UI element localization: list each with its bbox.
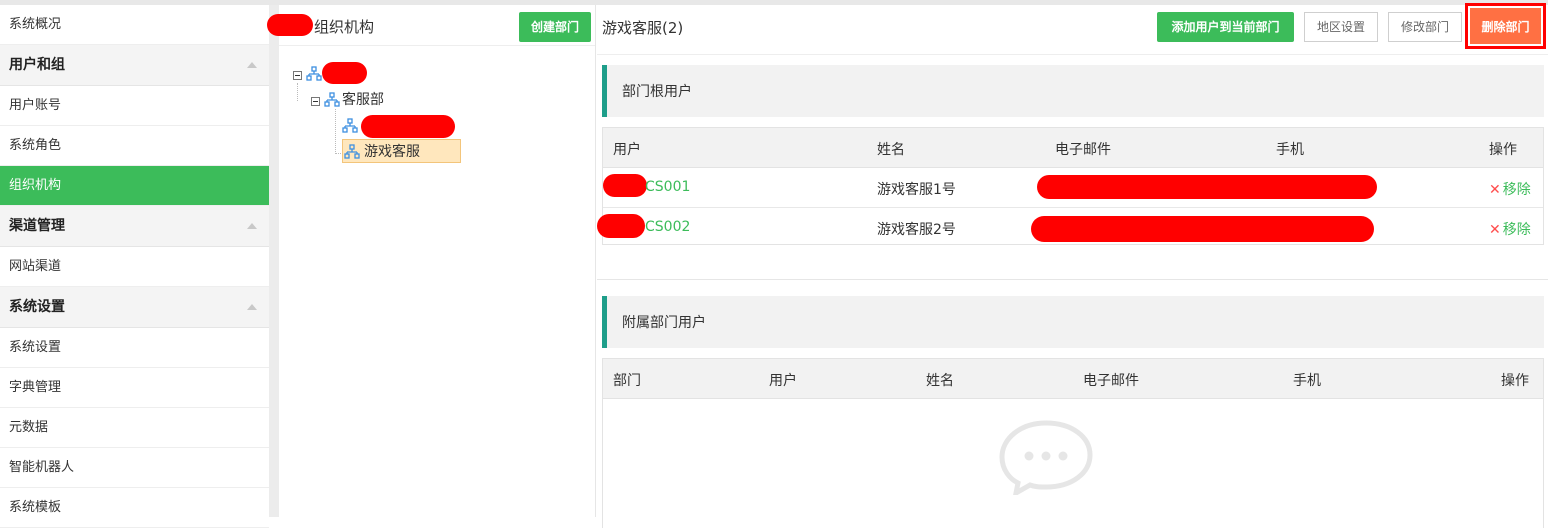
org-node-icon [324,92,340,107]
redaction-mark [603,174,647,197]
collapse-caret-icon[interactable] [247,304,257,310]
edit-department-button[interactable]: 修改部门 [1388,12,1462,42]
remove-label: 移除 [1502,222,1531,238]
tree-header: 组织机构 创建部门 [267,5,595,46]
sidebar-item-robot[interactable]: 智能机器人 [0,448,269,488]
page-title: 游戏客服(2) [602,19,684,37]
org-node-icon [306,66,322,81]
panel-gutter [269,5,279,517]
remove-label: 移除 [1502,182,1531,198]
main-header: 游戏客服(2) 添加用户到当前部门 地区设置 修改部门 删除部门 [597,3,1548,55]
section-affiliated-users: 附属部门用户 [602,296,1544,348]
sidebar-group-label: 系统设置 [9,299,65,315]
column-header-action: 操作 [1501,373,1529,389]
user-fullname: 游戏客服1号 [877,182,956,198]
sidebar-item-label: 系统模板 [9,500,62,515]
sidebar-item-label: 网站渠道 [9,259,62,274]
column-header-user: 用户 [613,142,641,158]
tree-node-game-service[interactable]: 游戏客服 [364,141,420,163]
sidebar: 系统概况 用户和组 用户账号 系统角色 组织机构 渠道管理 网站渠道 系统设置 … [0,5,269,528]
tree-node-customer-service[interactable]: 客服部 [342,89,384,111]
tree-title: 组织机构 [314,18,375,36]
sidebar-item-templates[interactable]: 系统模板 [0,488,269,528]
sidebar-group-label: 渠道管理 [9,218,65,234]
column-header-email: 电子邮件 [1083,373,1139,389]
column-header-phone: 手机 [1293,373,1321,389]
sidebar-item-organization[interactable]: 组织机构 [0,166,269,206]
redaction-mark [1037,175,1377,199]
sidebar-item-overview[interactable]: 系统概况 [0,5,269,45]
user-link[interactable]: CS001 [645,179,690,195]
affiliated-users-table: 部门 用户 姓名 电子邮件 手机 操作 [602,358,1544,528]
column-header-user: 用户 [769,373,797,389]
sidebar-item-label: 智能机器人 [9,460,75,475]
section-divider [597,279,1548,280]
column-header-action: 操作 [1489,142,1517,158]
user-fullname: 游戏客服2号 [877,222,956,238]
sidebar-item-label: 系统设置 [9,340,62,355]
column-header-email: 电子邮件 [1055,142,1111,158]
delete-department-highlight: 删除部门 [1465,3,1546,49]
remove-user-button[interactable]: ✕ 移除 [1489,219,1531,239]
sidebar-item-label: 字典管理 [9,380,62,395]
table-row: CS002 游戏客服2号 ✕ 移除 [597,208,1543,247]
collapse-caret-icon[interactable] [247,62,257,68]
sidebar-group-label: 用户和组 [9,57,65,73]
sidebar-item-label: 系统概况 [9,17,62,32]
create-department-button[interactable]: 创建部门 [519,12,591,42]
table-header: 部门 用户 姓名 电子邮件 手机 操作 [603,359,1543,399]
sidebar-group-channels[interactable]: 渠道管理 [0,206,269,247]
sidebar-item-metadata[interactable]: 元数据 [0,408,269,448]
close-icon: ✕ [1489,222,1501,238]
empty-chat-icon [999,420,1093,495]
redaction-mark [361,115,455,138]
org-node-icon [344,144,360,159]
column-header-name: 姓名 [926,373,954,389]
sidebar-item-system-settings[interactable]: 系统设置 [0,328,269,368]
add-user-to-department-button[interactable]: 添加用户到当前部门 [1157,12,1294,42]
tree-connector [335,109,336,154]
sidebar-group-users[interactable]: 用户和组 [0,45,269,86]
region-settings-button[interactable]: 地区设置 [1304,12,1378,42]
org-node-icon [342,118,358,133]
section-title: 附属部门用户 [622,315,706,331]
delete-department-button[interactable]: 删除部门 [1470,8,1541,44]
main-panel: 游戏客服(2) 添加用户到当前部门 地区设置 修改部门 删除部门 部门根用户 用… [597,3,1548,528]
table-row: CS001 游戏客服1号 ✕ 移除 [603,168,1543,208]
tree-collapse-icon[interactable] [293,71,302,80]
sidebar-item-label: 元数据 [9,420,49,435]
tree-collapse-icon[interactable] [311,97,320,106]
tree-connector [297,83,298,101]
sidebar-item-label: 组织机构 [9,178,62,193]
sidebar-item-system-roles[interactable]: 系统角色 [0,126,269,166]
table-header: 用户 姓名 电子邮件 手机 操作 [603,128,1543,168]
redaction-mark [597,214,645,238]
redaction-mark [322,62,367,84]
sidebar-item-dictionary[interactable]: 字典管理 [0,368,269,408]
org-tree-panel: 组织机构 创建部门 客服部 游戏客服 [267,5,596,517]
column-header-phone: 手机 [1276,142,1304,158]
sidebar-group-system-settings[interactable]: 系统设置 [0,287,269,328]
redaction-mark [267,14,313,36]
remove-user-button[interactable]: ✕ 移除 [1489,179,1531,199]
column-header-name: 姓名 [877,142,905,158]
sidebar-item-label: 用户账号 [9,98,62,113]
user-link[interactable]: CS002 [645,219,690,235]
collapse-caret-icon[interactable] [247,223,257,229]
close-icon: ✕ [1489,182,1501,198]
sidebar-item-web-channel[interactable]: 网站渠道 [0,247,269,287]
section-root-users: 部门根用户 [602,65,1544,117]
sidebar-item-user-accounts[interactable]: 用户账号 [0,86,269,126]
section-title: 部门根用户 [622,84,692,100]
sidebar-item-label: 系统角色 [9,138,62,153]
root-users-table: 用户 姓名 电子邮件 手机 操作 CS001 游戏客服1号 ✕ 移除 CS002 … [597,127,1544,247]
column-header-department: 部门 [613,373,641,389]
redaction-mark [1031,216,1374,242]
